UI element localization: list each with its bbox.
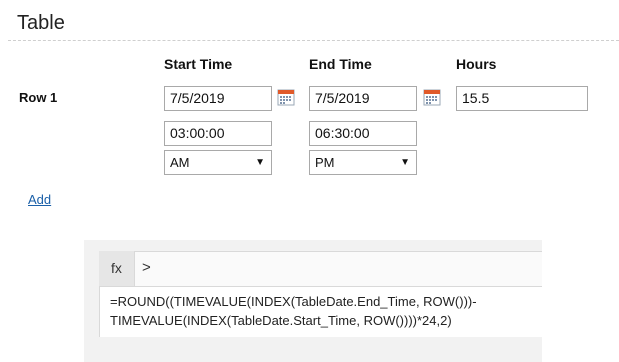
column-header-hours: Hours xyxy=(456,56,497,72)
calendar-icon[interactable] xyxy=(423,88,441,106)
page-title: Table xyxy=(17,12,65,34)
formula-bar-header xyxy=(99,251,542,287)
column-header-end-time: End Time xyxy=(309,56,372,72)
formula-text: =ROUND((TIMEVALUE(INDEX(TableDate.End_Ti… xyxy=(110,292,540,330)
caret-down-icon: ▼ xyxy=(400,157,410,168)
column-header-start-time: Start Time xyxy=(164,56,233,72)
title-divider xyxy=(8,40,619,41)
caret-down-icon: ▼ xyxy=(255,157,265,168)
start-time-input[interactable]: 03:00:00 xyxy=(164,121,272,146)
hours-input[interactable]: 15.5 xyxy=(456,86,588,111)
calendar-icon[interactable] xyxy=(277,88,295,106)
row-label: Row 1 xyxy=(19,90,58,105)
add-row-link[interactable]: Add xyxy=(28,192,51,207)
formula-line-2: TIMEVALUE(INDEX(TableDate.Start_Time, RO… xyxy=(110,313,452,328)
chevron-right-icon[interactable]: > xyxy=(142,259,151,276)
end-time-input[interactable]: 06:30:00 xyxy=(309,121,417,146)
start-ampm-value: AM xyxy=(170,155,190,170)
fx-icon: fx xyxy=(99,251,135,286)
formula-line-1: =ROUND((TIMEVALUE(INDEX(TableDate.End_Ti… xyxy=(110,294,477,309)
end-ampm-value: PM xyxy=(315,155,335,170)
start-ampm-select[interactable]: AM ▼ xyxy=(164,150,272,175)
end-ampm-select[interactable]: PM ▼ xyxy=(309,150,417,175)
end-date-input[interactable]: 7/5/2019 xyxy=(309,86,417,111)
start-date-input[interactable]: 7/5/2019 xyxy=(164,86,272,111)
